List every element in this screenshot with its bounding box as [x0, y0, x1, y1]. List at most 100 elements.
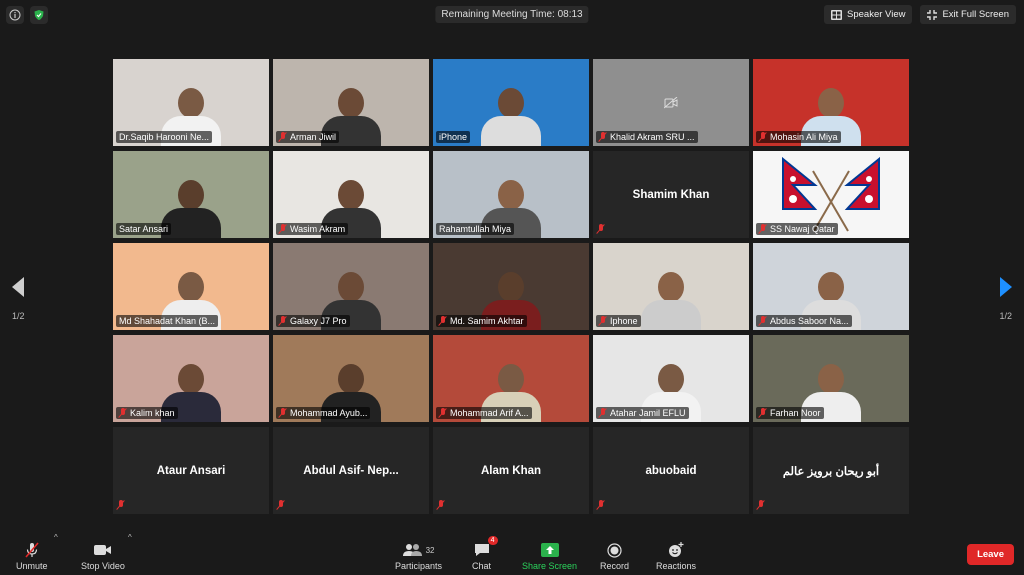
participant-tile[interactable]: Rahamtullah Miya — [433, 151, 589, 238]
participant-tile[interactable]: abuobaid — [593, 427, 749, 514]
chat-icon — [474, 544, 489, 556]
participant-tile[interactable]: Khalid Akram SRU ... — [593, 59, 749, 146]
participant-name-label: Atahar Jamil EFLU — [596, 407, 689, 419]
participant-tile[interactable]: Alam Khan — [433, 427, 589, 514]
participant-tile[interactable]: Mohammad Arif A... — [433, 335, 589, 422]
participant-name: Iphone — [610, 316, 638, 326]
participant-tile[interactable]: Satar Ansari — [113, 151, 269, 238]
participant-tile[interactable]: أبو ريحان برويز عالم — [753, 427, 909, 514]
chat-label: Chat — [472, 561, 492, 571]
participant-tile[interactable]: SS Nawaj Qatar — [753, 151, 909, 238]
share-screen-button[interactable]: Share Screen — [522, 542, 577, 571]
reactions-smiley-icon — [669, 542, 684, 557]
participant-tile[interactable]: Md Shahadat Khan (B... — [113, 243, 269, 330]
shield-icon[interactable] — [30, 6, 48, 24]
mic-muted-icon — [757, 500, 765, 510]
participant-name-label: Rahamtullah Miya — [436, 223, 515, 235]
exit-full-screen-button[interactable]: Exit Full Screen — [920, 5, 1016, 24]
leave-button[interactable]: Leave — [967, 544, 1014, 565]
reactions-label: Reactions — [656, 561, 697, 571]
mic-muted-icon — [597, 500, 605, 510]
mic-muted-icon — [599, 132, 607, 142]
participant-tile[interactable]: Iphone — [593, 243, 749, 330]
arrow-left-icon[interactable] — [12, 277, 25, 297]
participant-tile[interactable]: iPhone — [433, 59, 589, 146]
participant-name-label: Mohammad Ayub... — [276, 407, 371, 419]
participant-tile[interactable]: Galaxy J7 Pro — [273, 243, 429, 330]
mic-muted-icon — [279, 316, 287, 326]
participant-name-display: أبو ريحان برويز عالم — [782, 465, 880, 478]
record-label: Record — [600, 561, 630, 571]
participant-tile[interactable]: Mohasin Ali Miya — [753, 59, 909, 146]
participant-name-display: Alam Khan — [480, 464, 542, 477]
participant-tile[interactable]: Abdus Saboor Na... — [753, 243, 909, 330]
stop-video-button[interactable]: Stop Video — [81, 542, 125, 571]
participant-tile[interactable]: Mohammad Ayub... — [273, 335, 429, 422]
next-page-nav[interactable]: 1/2 — [999, 277, 1012, 321]
arrow-right-icon[interactable] — [999, 277, 1012, 297]
speaker-view-label: Speaker View — [847, 9, 906, 20]
participants-count: 32 — [425, 545, 435, 555]
record-icon — [607, 542, 622, 558]
video-camera-icon — [93, 542, 112, 558]
participant-tile[interactable]: Atahar Jamil EFLU — [593, 335, 749, 422]
participant-name-display: Shamim Khan — [632, 188, 710, 201]
participant-name-label: Khalid Akram SRU ... — [596, 131, 698, 143]
unmute-button[interactable]: Unmute — [16, 542, 48, 571]
participant-name: Khalid Akram SRU ... — [610, 132, 695, 142]
share-screen-label: Share Screen — [522, 561, 578, 571]
chat-unread-badge: 4 — [487, 536, 498, 545]
chat-button[interactable]: 4 Chat — [472, 536, 498, 571]
participant-name-label: Galaxy J7 Pro — [276, 315, 350, 327]
mic-muted-icon — [439, 408, 447, 418]
mic-muted-icon — [279, 408, 287, 418]
participant-name: Atahar Jamil EFLU — [610, 408, 686, 418]
participants-button[interactable]: 32 Participants — [395, 542, 442, 571]
participant-name-label: Md. Samim Akhtar — [436, 315, 527, 327]
mic-muted-icon — [759, 132, 767, 142]
participant-name: Abdus Saboor Na... — [770, 316, 849, 326]
participant-name-display: Ataur Ansari — [156, 464, 226, 477]
participant-tile[interactable]: Shamim Khan — [593, 151, 749, 238]
mic-muted-icon — [439, 316, 447, 326]
top-left-controls — [6, 6, 48, 24]
speaker-view-button[interactable]: Speaker View — [824, 5, 913, 24]
participant-name: Mohasin Ali Miya — [770, 132, 838, 142]
participant-figure — [481, 88, 541, 146]
previous-page-nav[interactable]: 1/2 — [12, 277, 25, 321]
participant-tile[interactable]: Kalim khan — [113, 335, 269, 422]
participant-tile[interactable]: Dr.Saqib Harooni Ne... — [113, 59, 269, 146]
participant-tile[interactable]: Wasim Akram — [273, 151, 429, 238]
mic-muted-icon — [759, 224, 767, 234]
reactions-button[interactable]: Reactions — [656, 542, 696, 571]
participant-name-label: Kalim khan — [116, 407, 178, 419]
participant-name-label: Arman Jiwil — [276, 131, 340, 143]
participant-tile[interactable]: Abdul Asif- Nep... — [273, 427, 429, 514]
participant-tile[interactable]: Arman Jiwil — [273, 59, 429, 146]
participant-name: Farhan Noor — [770, 408, 821, 418]
record-button[interactable]: Record — [600, 542, 629, 571]
meeting-toolbar: Unmute ^ Stop Video ^ 32 Participants 4 … — [0, 533, 1024, 575]
grid-icon — [831, 9, 843, 20]
video-options-caret-icon[interactable]: ^ — [128, 533, 132, 551]
participant-name: iPhone — [439, 132, 468, 142]
participant-tile[interactable]: Md. Samim Akhtar — [433, 243, 589, 330]
participant-name-label: SS Nawaj Qatar — [756, 223, 838, 235]
participant-name-label: iPhone — [436, 131, 471, 143]
participant-tile[interactable]: Farhan Noor — [753, 335, 909, 422]
info-icon[interactable] — [6, 6, 24, 24]
participant-tile[interactable]: Ataur Ansari — [113, 427, 269, 514]
participants-label: Participants — [395, 561, 443, 571]
participants-icon — [402, 544, 422, 556]
exit-fullscreen-icon — [927, 9, 938, 20]
top-right-controls: Speaker View Exit Full Screen — [824, 5, 1016, 24]
participant-name-label: Wasim Akram — [276, 223, 349, 235]
page-indicator-right: 1/2 — [999, 311, 1012, 321]
mic-muted-icon — [24, 542, 40, 558]
mic-muted-icon — [117, 500, 125, 510]
participant-name-label: Farhan Noor — [756, 407, 824, 419]
participant-name: Mohammad Arif A... — [450, 408, 529, 418]
audio-options-caret-icon[interactable]: ^ — [54, 533, 58, 551]
participant-name: Dr.Saqib Harooni Ne... — [119, 132, 210, 142]
mic-muted-icon — [279, 132, 287, 142]
